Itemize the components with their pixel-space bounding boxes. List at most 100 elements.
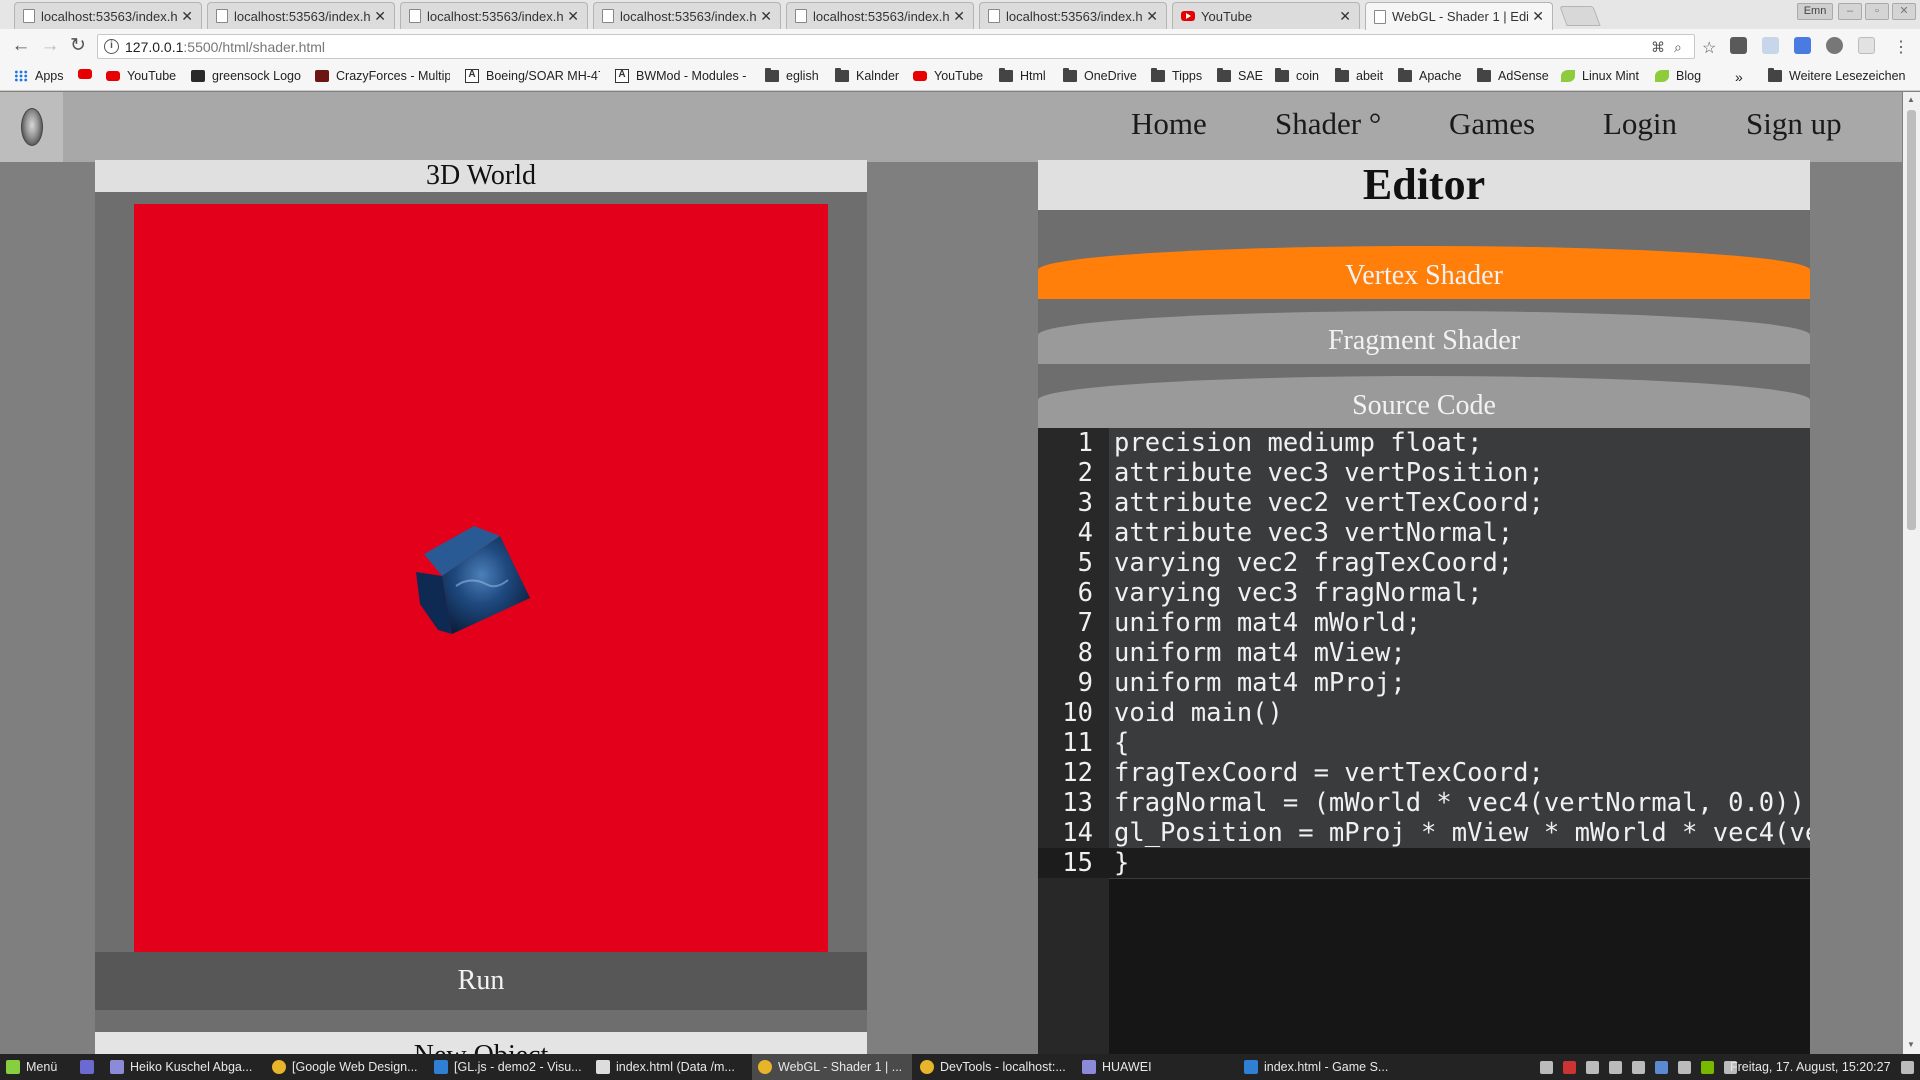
nvidia-icon[interactable]: [1701, 1060, 1714, 1074]
bookmark-item[interactable]: CrazyForces - Multip: [315, 69, 450, 83]
bookmark-folder[interactable]: Kalnder: [835, 68, 899, 83]
bookmark-item[interactable]: Linux Mint: [1561, 69, 1639, 83]
close-icon[interactable]: ✕: [760, 8, 772, 25]
bookmark-folder[interactable]: AdSense: [1477, 68, 1549, 83]
browser-tab[interactable]: localhost:53563/index.h ✕: [400, 2, 588, 29]
new-object-button[interactable]: New Object: [95, 1032, 867, 1054]
shield-icon[interactable]: [1655, 1060, 1668, 1074]
close-icon[interactable]: ✕: [181, 8, 193, 25]
zoom-icon[interactable]: ⌕: [1674, 39, 1682, 56]
bookmark-item[interactable]: A BWMod - Modules -: [615, 69, 750, 83]
code-line[interactable]: 5 varying vec2 fragTexCoord;: [1038, 548, 1810, 578]
scroll-up-icon[interactable]: ▲: [1907, 95, 1915, 104]
nav-login[interactable]: Login: [1603, 106, 1677, 142]
code-line[interactable]: 9 uniform mat4 mProj;: [1038, 668, 1810, 698]
extension-translate-icon[interactable]: [1794, 37, 1811, 54]
webgl-canvas[interactable]: [134, 204, 828, 952]
kebab-menu-icon[interactable]: ⋮: [1893, 37, 1909, 57]
bookmark-item[interactable]: Apps: [14, 69, 64, 83]
bookmark-folder[interactable]: Tipps: [1151, 68, 1202, 83]
notification-icon[interactable]: [1901, 1061, 1914, 1074]
code-line[interactable]: 12 fragTexCoord = vertTexCoord;: [1038, 758, 1810, 788]
browser-tab[interactable]: localhost:53563/index.h ✕: [14, 2, 202, 29]
us-flag-icon[interactable]: [1563, 1060, 1576, 1074]
tab-vertex-shader[interactable]: Vertex Shader: [1038, 246, 1810, 299]
browser-tab[interactable]: localhost:53563/index.h ✕: [593, 2, 781, 29]
clock[interactable]: Freitag, 17. August, 15:20:27: [1730, 1060, 1891, 1074]
nav-home[interactable]: Home: [1131, 106, 1207, 142]
close-icon[interactable]: ✕: [1146, 8, 1158, 25]
close-icon[interactable]: ✕: [567, 8, 579, 25]
scrollbar-thumb[interactable]: [1907, 110, 1916, 530]
bookmark-item[interactable]: greensock Logo: [191, 69, 301, 83]
minimize-icon[interactable]: –: [1838, 3, 1862, 20]
browser-tab[interactable]: localhost:53563/index.h ✕: [786, 2, 974, 29]
close-icon[interactable]: ✕: [374, 8, 386, 25]
back-icon[interactable]: ←: [9, 35, 33, 57]
update-icon[interactable]: [1678, 1060, 1691, 1074]
close-icon[interactable]: ✕: [953, 8, 965, 25]
forward-icon[interactable]: →: [38, 35, 62, 57]
info-icon[interactable]: i: [104, 39, 119, 54]
bookmark-folder[interactable]: coin: [1275, 68, 1319, 83]
browser-tab[interactable]: localhost:53563/index.h ✕: [207, 2, 395, 29]
tab-fragment-shader[interactable]: Fragment Shader: [1038, 311, 1810, 364]
page-scrollbar[interactable]: ▲ ▼: [1903, 92, 1920, 1054]
code-line[interactable]: 11 {: [1038, 728, 1810, 758]
code-line[interactable]: 3 attribute vec2 vertTexCoord;: [1038, 488, 1810, 518]
browser-tab[interactable]: localhost:53563/index.h ✕: [979, 2, 1167, 29]
maximize-icon[interactable]: ▫: [1865, 3, 1889, 20]
translate-icon[interactable]: ⌘: [1651, 39, 1665, 56]
battery-icon[interactable]: [1632, 1060, 1645, 1074]
code-line[interactable]: 10 void main(): [1038, 698, 1810, 728]
bookmark-item[interactable]: A Boeing/SOAR MH-47: [465, 69, 600, 83]
extension-gear-icon[interactable]: [1826, 37, 1843, 54]
taskbar-item[interactable]: index.html - Game S...: [1238, 1054, 1398, 1080]
volume-icon[interactable]: [1609, 1060, 1622, 1074]
nav-games[interactable]: Games: [1449, 106, 1535, 142]
taskbar-item[interactable]: index.html (Data /m...: [590, 1054, 750, 1080]
code-line[interactable]: 7 uniform mat4 mWorld;: [1038, 608, 1810, 638]
taskbar-item[interactable]: DevTools - localhost:...: [914, 1054, 1074, 1080]
bookmark-folder[interactable]: SAE: [1217, 68, 1263, 83]
bookmark-folder[interactable]: abeit: [1335, 68, 1383, 83]
code-line[interactable]: 13 fragNormal = (mWorld * vec4(vertNormal…: [1038, 788, 1810, 818]
bookmark-folder[interactable]: Html: [999, 68, 1046, 83]
bookmark-folder[interactable]: Apache: [1398, 68, 1461, 83]
bookmarks-overflow-button[interactable]: »: [1735, 69, 1743, 85]
bookmark-star-icon[interactable]: ☆: [1702, 38, 1716, 58]
show-desktop-button[interactable]: [74, 1054, 100, 1080]
window-close-icon[interactable]: ✕: [1892, 3, 1916, 20]
tab-source-code[interactable]: Source Code: [1038, 376, 1810, 429]
code-line[interactable]: 1 precision mediump float;: [1038, 428, 1810, 458]
code-line[interactable]: 14 gl_Position = mProj * mView * mWorld *…: [1038, 818, 1810, 848]
bookmark-folder[interactable]: OneDrive: [1063, 68, 1137, 83]
taskbar-item[interactable]: HUAWEI: [1076, 1054, 1236, 1080]
user-icon[interactable]: [1540, 1060, 1553, 1074]
extension-blank-icon[interactable]: [1858, 37, 1875, 54]
taskbar-item[interactable]: Heiko Kuschel Abga...: [104, 1054, 264, 1080]
code-line-current[interactable]: 15}: [1038, 848, 1810, 878]
start-menu-button[interactable]: Menü: [0, 1054, 68, 1080]
code-line[interactable]: 4 attribute vec3 vertNormal;: [1038, 518, 1810, 548]
profile-button[interactable]: Emn: [1797, 3, 1833, 20]
new-tab-button[interactable]: [1559, 6, 1601, 26]
run-button[interactable]: Run: [95, 952, 867, 1010]
code-line[interactable]: 8 uniform mat4 mView;: [1038, 638, 1810, 668]
code-line[interactable]: 2 attribute vec3 vertPosition;: [1038, 458, 1810, 488]
scroll-down-icon[interactable]: ▼: [1907, 1040, 1915, 1049]
bookmark-item[interactable]: [78, 69, 99, 79]
extension-person-icon[interactable]: [1762, 37, 1779, 54]
bookmark-item[interactable]: YouTube: [913, 69, 983, 83]
taskbar-item[interactable]: [Google Web Design...: [266, 1054, 426, 1080]
browser-tab-active[interactable]: WebGL - Shader 1 | Edit ✕: [1365, 2, 1553, 30]
wifi-icon[interactable]: [1586, 1060, 1599, 1074]
bookmark-item[interactable]: Blog: [1655, 69, 1701, 83]
code-editor[interactable]: 1 precision mediump float; 2 attribute vec…: [1038, 428, 1810, 1054]
site-logo[interactable]: [0, 92, 63, 162]
close-icon[interactable]: ✕: [1532, 8, 1544, 25]
other-bookmarks-folder[interactable]: Weitere Lesezeichen: [1768, 68, 1906, 83]
reload-icon[interactable]: ↻: [66, 35, 90, 57]
bookmark-folder[interactable]: eglish: [765, 68, 819, 83]
code-line[interactable]: 6 varying vec3 fragNormal;: [1038, 578, 1810, 608]
